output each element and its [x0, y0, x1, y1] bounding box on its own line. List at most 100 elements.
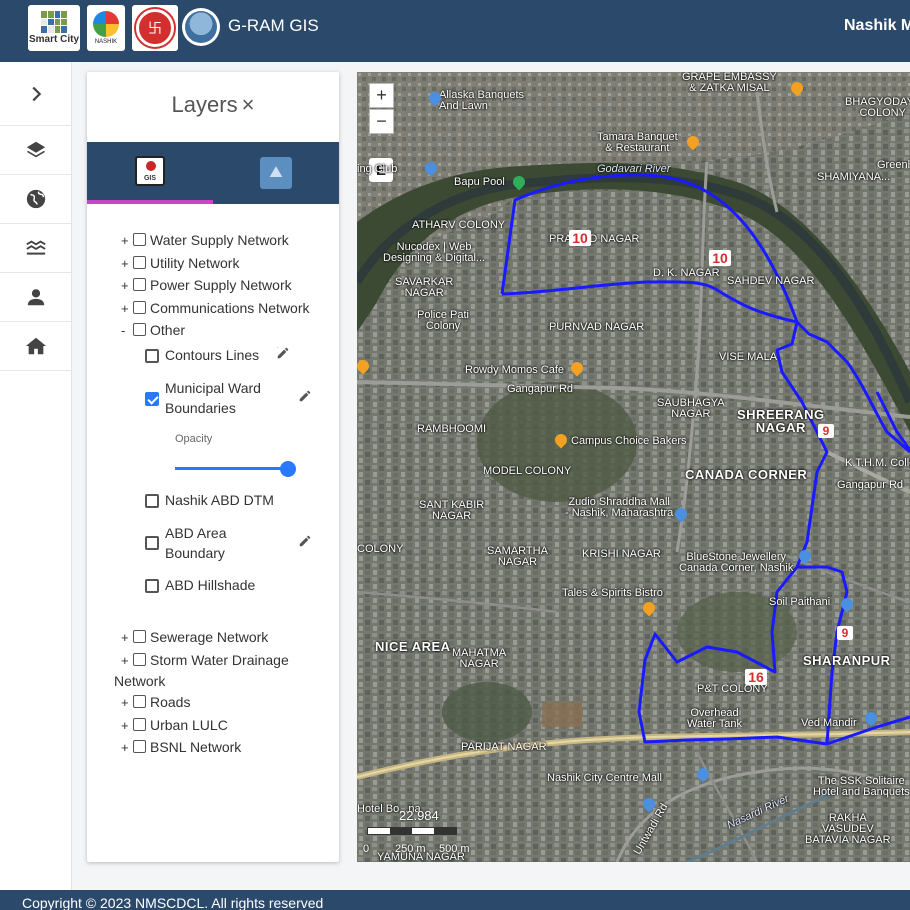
- rail-waves-button[interactable]: [0, 224, 71, 273]
- terrain-icon: ⛰: [260, 157, 292, 189]
- abd-hillshade-label: ABD Hillshade: [165, 577, 256, 593]
- map-label: K.T.H.M. College: [845, 457, 910, 469]
- abd-area-checkbox[interactable]: [145, 536, 159, 550]
- layer-communications[interactable]: + Communications Network: [121, 300, 310, 316]
- layer-checkbox[interactable]: [133, 718, 146, 731]
- edit-style-icon[interactable]: [276, 346, 290, 360]
- layer-checkbox[interactable]: [133, 740, 146, 753]
- city-title: Nashik M: [844, 17, 910, 34]
- rail-home-button[interactable]: [0, 322, 71, 371]
- map-label: SHARANPUR: [803, 653, 891, 668]
- expand-toggle[interactable]: +: [121, 695, 133, 710]
- close-icon[interactable]: ×: [242, 92, 255, 118]
- layer-checkbox[interactable]: [133, 653, 146, 666]
- expand-toggle[interactable]: +: [121, 653, 133, 668]
- map-label: D. K. NAGAR: [653, 267, 720, 279]
- zoom-out-button[interactable]: −: [369, 109, 394, 134]
- nashik-logo: NASHIK: [87, 5, 125, 51]
- map-label: SAUBHAGYA NAGAR: [657, 397, 725, 420]
- layer-urban-lulc[interactable]: + Urban LULC: [121, 717, 228, 733]
- contours-label: Contours Lines: [165, 347, 260, 363]
- scale-tick: 250 m: [395, 843, 426, 855]
- rail-layers-button[interactable]: [0, 126, 71, 175]
- map-label: BHAGYODAYA COLONY: [845, 96, 910, 119]
- map-label: Ved Mandir: [801, 717, 857, 729]
- layer-checkbox[interactable]: [133, 323, 146, 336]
- map-label: Police Pati Colony: [417, 309, 469, 332]
- map-label: Gangapur Rd: [837, 479, 904, 491]
- layers-panel: Layers × GIS ⛰ + Water Supply Network + Uti…: [87, 72, 339, 862]
- expand-toggle[interactable]: +: [121, 278, 133, 293]
- ward-boundaries-label-line2: Boundaries: [165, 400, 236, 416]
- opacity-slider-knob[interactable]: [280, 461, 296, 477]
- map-label: VISE MALA: [719, 351, 778, 363]
- layer-checkbox[interactable]: [133, 256, 146, 269]
- abd-dtm-checkbox[interactable]: [145, 494, 159, 508]
- layer-storm-water[interactable]: + Storm Water Drainage: [121, 652, 289, 668]
- layer-checkbox[interactable]: [133, 301, 146, 314]
- nashik-logo-text: NASHIK: [94, 39, 118, 45]
- layer-label: Storm Water Drainage: [150, 652, 289, 668]
- zoom-in-button[interactable]: +: [369, 83, 394, 108]
- ward-boundaries-checkbox[interactable]: [145, 392, 159, 406]
- expand-toggle[interactable]: +: [121, 301, 133, 316]
- smart-city-logo-text: Smart City: [28, 34, 79, 45]
- edit-style-icon[interactable]: [298, 534, 312, 548]
- layer-checkbox[interactable]: [133, 233, 146, 246]
- layer-checkbox[interactable]: [133, 695, 146, 708]
- chevron-right-icon: [31, 86, 41, 101]
- expand-toggle[interactable]: +: [121, 630, 133, 645]
- expand-toggle[interactable]: +: [121, 256, 133, 271]
- contours-checkbox[interactable]: [145, 349, 159, 363]
- layer-other[interactable]: - Other: [121, 322, 185, 338]
- layers-icon: [26, 141, 45, 158]
- layer-utility[interactable]: + Utility Network: [121, 255, 239, 271]
- opacity-slider-track[interactable]: [175, 467, 295, 470]
- map-label: SANT KABIR NAGAR: [419, 499, 485, 522]
- layer-label: Communications Network: [150, 300, 310, 316]
- layer-checkbox[interactable]: [133, 630, 146, 643]
- layer-roads[interactable]: + Roads: [121, 694, 190, 710]
- layer-label: Utility Network: [150, 255, 240, 271]
- rail-globe-button[interactable]: [0, 175, 71, 224]
- map-label: P&T COLONY: [697, 683, 768, 695]
- collapse-toggle[interactable]: -: [121, 323, 133, 338]
- layer-bsnl[interactable]: + BSNL Network: [121, 739, 241, 755]
- ward-number-badge: 9: [818, 424, 834, 438]
- ward-number-badge: 9: [837, 626, 853, 640]
- expand-toggle[interactable]: +: [121, 718, 133, 733]
- layer-checkbox[interactable]: [133, 278, 146, 291]
- map-label: Rowdy Momos Cafe: [465, 364, 565, 376]
- map-label: Gangapur Rd: [507, 383, 574, 395]
- abd-hillshade-checkbox[interactable]: [145, 579, 159, 593]
- gis-tab[interactable]: GIS: [87, 142, 213, 204]
- map-canvas[interactable]: + − E GRAPE EMBASSY & ZATKA MISAL Allask…: [357, 72, 910, 862]
- map-label: SAHDEV NAGAR: [727, 275, 815, 287]
- layers-tabs: GIS ⛰: [87, 142, 339, 204]
- layer-water-supply[interactable]: + Water Supply Network: [121, 232, 289, 248]
- dem-tab[interactable]: ⛰: [213, 142, 339, 204]
- rail-user-button[interactable]: [0, 273, 71, 322]
- expand-toggle[interactable]: +: [121, 233, 133, 248]
- rail-expand-button[interactable]: [0, 62, 71, 126]
- layers-panel-title: Layers ×: [87, 92, 339, 118]
- map-label: Tamara Banquet & Restaurant: [597, 131, 678, 154]
- expand-toggle[interactable]: +: [121, 740, 133, 755]
- gis-icon: GIS: [135, 156, 165, 186]
- layer-label: Sewerage Network: [150, 629, 269, 645]
- map-label: Greenl: [877, 159, 910, 171]
- edit-style-icon[interactable]: [298, 389, 312, 403]
- map-label: Campus Choice Bakers: [571, 435, 687, 447]
- layer-label: Urban LULC: [150, 717, 228, 733]
- map-label: GRAPE EMBASSY & ZATKA MISAL: [682, 72, 777, 94]
- satellite-basemap: [357, 72, 910, 862]
- layer-power-supply[interactable]: + Power Supply Network: [121, 277, 292, 293]
- abd-area-label-line2: Boundary: [165, 545, 225, 561]
- map-label: Overhead Water Tank: [687, 707, 743, 730]
- map-label: NICE AREA: [375, 639, 451, 654]
- layer-storm-water-line2: Network: [114, 673, 166, 689]
- layer-label: Water Supply Network: [150, 232, 289, 248]
- layer-sewerage[interactable]: + Sewerage Network: [121, 629, 268, 645]
- home-icon: [25, 337, 46, 355]
- left-rail: [0, 62, 72, 890]
